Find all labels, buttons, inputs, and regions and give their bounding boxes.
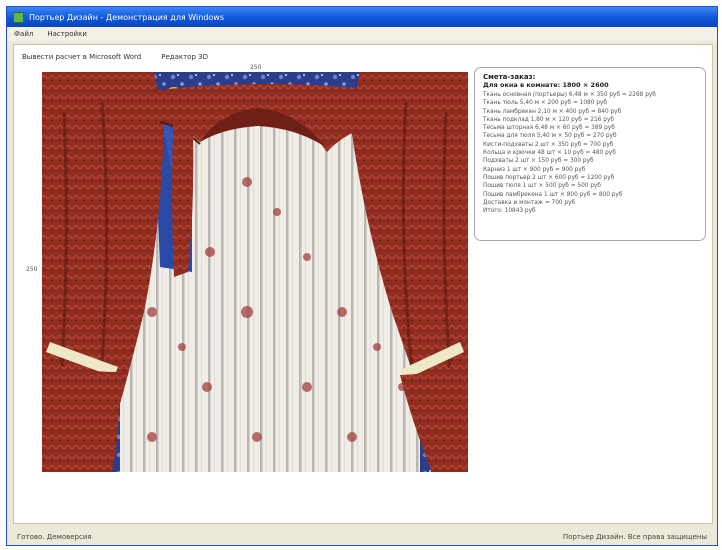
spec-line: Ткань подклад 1,80 м × 120 руб = 216 руб [483, 116, 614, 123]
status-left: Готово. Демоверсия [17, 532, 92, 541]
editor-3d-link[interactable]: Редактор 3D [161, 53, 208, 61]
app-window: Портьер Дизайн - Демонстрация для Window… [6, 6, 718, 546]
spec-line: Доставка и монтаж = 700 руб [483, 199, 576, 206]
spec-title: Смета-заказ: [483, 73, 536, 81]
spec-line: Тесьма для тюля 5,40 м × 50 руб = 270 ру… [483, 133, 617, 140]
export-word-link[interactable]: Вывести расчет в Microsoft Word [22, 53, 141, 61]
toolbar: Вывести расчет в Microsoft Word Редактор… [22, 51, 208, 63]
window-app-icon [13, 11, 24, 23]
menu-bar: Файл Настройки [7, 27, 717, 41]
spec-total: Итого: 10843 руб [483, 208, 536, 215]
spec-line: Ткань тюль 5,40 м × 200 руб = 1080 руб [483, 100, 607, 107]
spec-line: Пошив ламбрекена 1 шт × 800 руб = 800 ру… [483, 191, 623, 198]
spec-line: Пошив тюля 1 шт × 500 руб = 500 руб [483, 183, 602, 190]
top-ruler-mark: 250 [250, 64, 262, 71]
spec-line: Ткань ламбрекен 2,10 м × 400 руб = 840 р… [483, 108, 622, 115]
spec-line: Ткань основная (портьеры) 6,48 м × 350 р… [483, 92, 656, 98]
main-workspace: Вывести расчет в Microsoft Word Редактор… [13, 44, 713, 524]
curtain-preview-image [42, 72, 468, 472]
curtain-design-canvas[interactable] [42, 72, 468, 472]
title-bar[interactable]: Портьер Дизайн - Демонстрация для Window… [7, 7, 717, 27]
spec-line: Карниз 1 шт × 900 руб = 900 руб [483, 166, 586, 173]
spec-line: Кисти-подхваты 2 шт × 350 руб = 700 руб [483, 141, 614, 148]
spec-line: Пошив портьер 2 шт × 600 руб = 1200 руб [483, 174, 615, 181]
spec-line: Подхваты 2 шт × 150 руб = 300 руб [483, 158, 594, 165]
status-right: Портьер Дизайн. Все права защищены [562, 532, 707, 541]
spec-subtitle: Для окна в комнате: 1800 × 2600 [483, 81, 609, 89]
status-bar: Готово. Демоверсия Портьер Дизайн. Все п… [7, 528, 717, 545]
menu-settings[interactable]: Настройки [40, 30, 94, 38]
spec-line: Кольца и крючки 48 шт × 10 руб = 480 руб [483, 150, 616, 157]
left-ruler-mark: 250 [26, 266, 38, 273]
order-spec-panel: Смета-заказ: Для окна в комнате: 1800 × … [474, 67, 706, 241]
spec-line: Тесьма шторная 6,48 м × 60 руб = 389 руб [483, 125, 615, 132]
window-title: Портьер Дизайн - Демонстрация для Window… [29, 12, 224, 22]
menu-file[interactable]: Файл [7, 30, 40, 38]
